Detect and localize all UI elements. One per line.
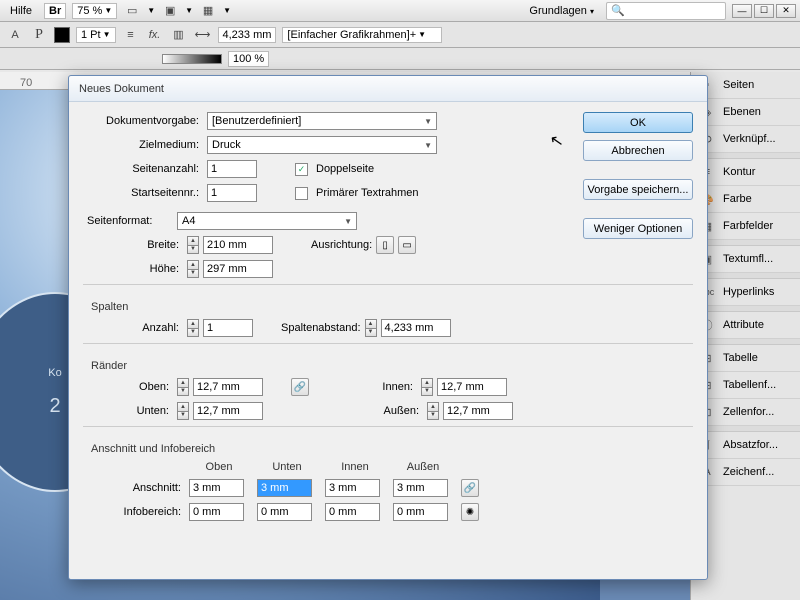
width-label: Breite: (113, 239, 183, 251)
object-style[interactable]: [Einfacher Grafikrahmen]+▼ (282, 27, 442, 43)
m-out-label: Außen: (353, 405, 423, 417)
preset-combo[interactable]: [Benutzerdefiniert]▼ (207, 112, 437, 130)
intent-combo[interactable]: Druck▼ (207, 136, 437, 154)
slug-outside[interactable]: 0 mm (393, 503, 448, 521)
maximize-button[interactable]: ☐ (754, 4, 774, 18)
fx-icon[interactable]: fx. (146, 26, 164, 44)
search-input[interactable]: 🔍 (606, 2, 726, 20)
slug-bottom[interactable]: 0 mm (257, 503, 312, 521)
new-document-dialog: Neues Dokument OK Abbrechen Vorgabe spei… (68, 75, 708, 580)
m-top-spinner[interactable]: ▲▼ (177, 378, 189, 396)
m-bot-spinner[interactable]: ▲▼ (177, 402, 189, 420)
pages-label: Seitenanzahl: (83, 163, 203, 175)
control-bar: A P 1 Pt▼ ≡ fx. ▥ ⟷ 4,233 mm [Einfacher … (0, 22, 800, 48)
facing-checkbox[interactable]: ✓ (295, 163, 308, 176)
help-menu[interactable]: Hilfe (4, 3, 38, 19)
fewer-options-button[interactable]: Weniger Optionen (583, 218, 693, 239)
start-input[interactable]: 1 (207, 184, 257, 202)
landscape-icon[interactable]: ▭ (398, 236, 416, 254)
measure-icon[interactable]: ⟷ (194, 26, 212, 44)
tint-value[interactable]: 100 % (228, 51, 269, 67)
col-out: Außen (393, 461, 453, 473)
menubar: Hilfe Br 75 %▼ ▭▼ ▣▼ ▦▼ Grundlagen ▾ 🔍 —… (0, 0, 800, 22)
size-label: Seitenformat: (83, 215, 173, 227)
gutter-input[interactable]: 4,233 mm (381, 319, 451, 337)
height-input[interactable]: 297 mm (203, 260, 273, 278)
m-top-input[interactable]: 12,7 mm (193, 378, 263, 396)
bleed-outside[interactable]: 3 mm (393, 479, 448, 497)
height-label: Höhe: (113, 263, 183, 275)
col-bot: Unten (257, 461, 317, 473)
window-controls: — ☐ ✕ (732, 4, 796, 18)
ok-button[interactable]: OK (583, 112, 693, 133)
slug-inside[interactable]: 0 mm (325, 503, 380, 521)
para-panel-icon[interactable]: P (30, 26, 48, 44)
m-top-label: Oben: (103, 381, 173, 393)
preset-label: Dokumentvorgabe: (83, 115, 203, 127)
bleed-title: Anschnitt und Infobereich (91, 443, 693, 455)
stroke-weight[interactable]: 1 Pt▼ (76, 27, 116, 43)
gutter-label: Spaltenabstand: (281, 322, 361, 334)
start-label: Startseitennr.: (83, 187, 203, 199)
bleed-link-icon[interactable]: 🔗 (461, 479, 479, 497)
slug-label: Infobereich: (93, 506, 181, 518)
char-panel-icon[interactable]: A (6, 26, 24, 44)
m-bot-label: Unten: (103, 405, 173, 417)
pages-input[interactable]: 1 (207, 160, 257, 178)
intent-label: Zielmedium: (83, 139, 203, 151)
bleed-inside[interactable]: 3 mm (325, 479, 380, 497)
control-bar-2: 100 % (0, 48, 800, 70)
width-input[interactable]: 210 mm (203, 236, 273, 254)
arrange-icon[interactable]: ▦ (199, 2, 217, 20)
m-bot-input[interactable]: 12,7 mm (193, 402, 263, 420)
cols-spinner[interactable]: ▲▼ (187, 319, 199, 337)
bleed-top[interactable]: 3 mm (189, 479, 244, 497)
cols-count-label: Anzahl: (113, 322, 183, 334)
minimize-button[interactable]: — (732, 4, 752, 18)
slug-top[interactable]: 0 mm (189, 503, 244, 521)
gutter-spinner[interactable]: ▲▼ (365, 319, 377, 337)
m-out-input[interactable]: 12,7 mm (443, 402, 513, 420)
m-in-input[interactable]: 12,7 mm (437, 378, 507, 396)
measure-value[interactable]: 4,233 mm (218, 27, 277, 43)
portrait-icon[interactable]: ▯ (376, 236, 394, 254)
workspace-combo[interactable]: Grundlagen ▾ (523, 3, 600, 19)
primary-checkbox[interactable] (295, 187, 308, 200)
cols-icon[interactable]: ▥ (170, 26, 188, 44)
bridge-button[interactable]: Br (44, 3, 66, 19)
stroke-style-icon[interactable]: ≡ (122, 26, 140, 44)
facing-label: Doppelseite (316, 163, 374, 175)
width-spinner[interactable]: ▲▼ (187, 236, 199, 254)
orientation-label: Ausrichtung: (311, 239, 372, 251)
columns-title: Spalten (91, 301, 693, 313)
save-preset-button[interactable]: Vorgabe speichern... (583, 179, 693, 200)
dialog-title: Neues Dokument (69, 76, 707, 102)
bleed-label: Anschnitt: (93, 482, 181, 494)
col-in: Innen (325, 461, 385, 473)
size-combo[interactable]: A4▼ (177, 212, 357, 230)
screen-mode-icon[interactable]: ▣ (161, 2, 179, 20)
cols-input[interactable]: 1 (203, 319, 253, 337)
primary-label: Primärer Textrahmen (316, 187, 419, 199)
fill-icon[interactable] (54, 27, 70, 43)
col-top: Oben (189, 461, 249, 473)
view-icon[interactable]: ▭ (123, 2, 141, 20)
m-in-label: Innen: (347, 381, 417, 393)
m-out-spinner[interactable]: ▲▼ (427, 402, 439, 420)
bleed-bottom[interactable]: 3 mm (257, 479, 312, 497)
cancel-button[interactable]: Abbrechen (583, 140, 693, 161)
close-button[interactable]: ✕ (776, 4, 796, 18)
tint-bar[interactable] (162, 54, 222, 64)
m-in-spinner[interactable]: ▲▼ (421, 378, 433, 396)
zoom-combo[interactable]: 75 %▼ (72, 3, 117, 19)
margins-title: Ränder (91, 360, 693, 372)
slug-link-icon[interactable]: ✺ (461, 503, 479, 521)
height-spinner[interactable]: ▲▼ (187, 260, 199, 278)
margin-link-icon[interactable]: 🔗 (291, 378, 309, 396)
